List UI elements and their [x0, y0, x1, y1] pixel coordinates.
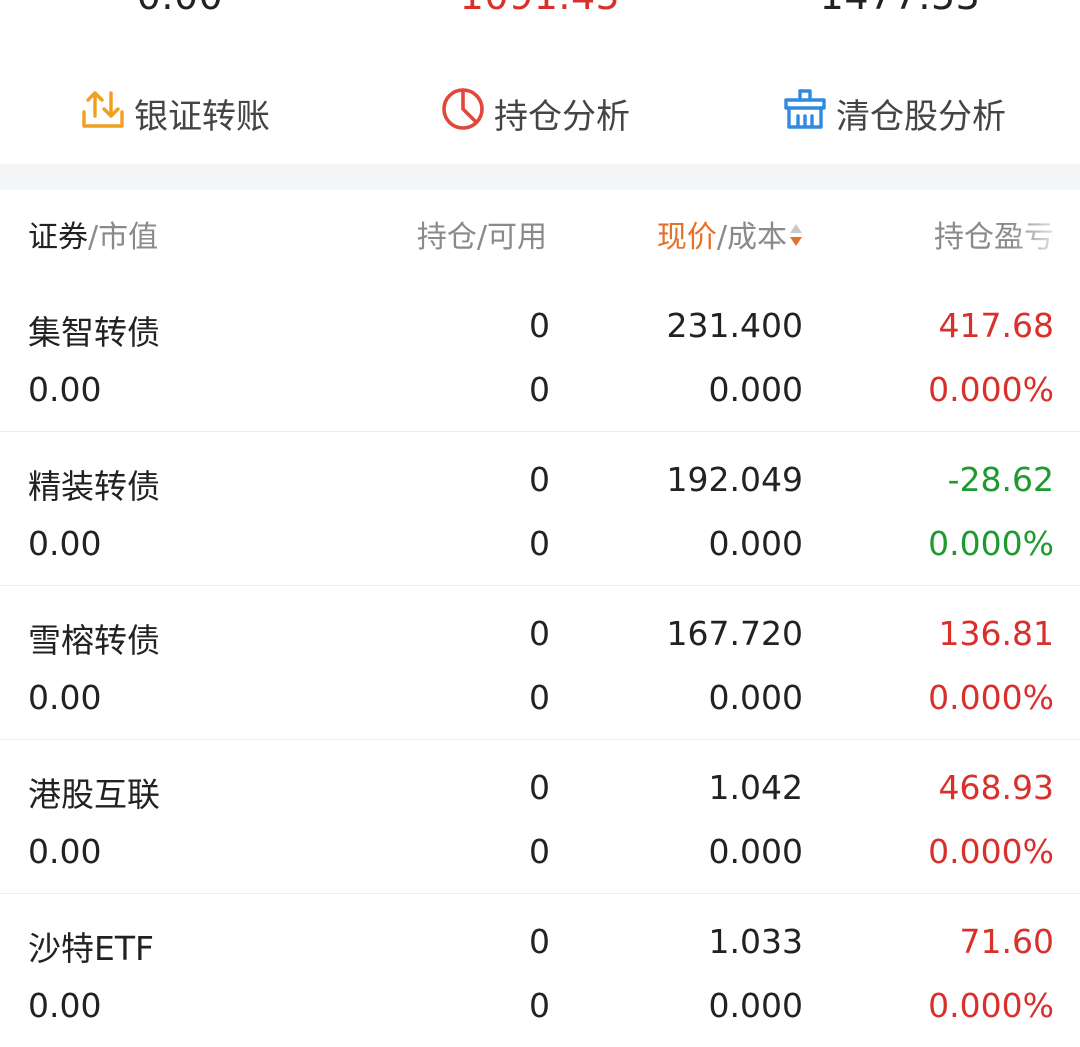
available-qty: 0 — [529, 832, 550, 871]
bank-transfer-label: 银证转账 — [134, 96, 270, 137]
position-pl: 417.68 — [938, 306, 1054, 345]
cleared-stock-analysis-button[interactable]: 清仓股分析 — [782, 62, 1006, 164]
header-security-marketvalue[interactable]: 证券/市值 — [28, 212, 158, 256]
current-price: 231.400 — [666, 306, 803, 345]
header-marketvalue-label: /市值 — [88, 220, 159, 255]
security-name: 港股互联 — [28, 775, 160, 814]
position-qty: 0 — [529, 460, 550, 499]
header-cost-label: /成本 — [716, 220, 787, 255]
cost-price: 0.000 — [708, 832, 803, 871]
security-name: 沙特ETF — [28, 929, 154, 968]
market-value: 0.00 — [28, 678, 102, 717]
table-header: 证券/市值 持仓/可用 现价/成本 持仓盈亏 — [0, 190, 1080, 278]
current-price: 1.042 — [708, 768, 803, 807]
header-price-cost[interactable]: 现价/成本 — [657, 212, 803, 256]
position-pl: 468.93 — [938, 768, 1054, 807]
summary-value-3: 1477.53 — [720, 0, 1080, 18]
table-row[interactable]: 集智转债 0.00 0 0 231.400 0.000 417.68 0.000… — [0, 278, 1080, 432]
section-divider — [0, 164, 1080, 190]
broom-icon — [782, 86, 836, 141]
quick-actions-bar: 银证转账 持仓分析 清仓股分析 — [0, 62, 1080, 164]
cost-price: 0.000 — [708, 370, 803, 409]
position-qty: 0 — [529, 614, 550, 653]
table-row[interactable]: 雪榕转债 0.00 0 0 167.720 0.000 136.81 0.000… — [0, 586, 1080, 740]
position-qty: 0 — [529, 768, 550, 807]
position-pl-ratio: 0.000% — [928, 986, 1054, 1025]
cost-price: 0.000 — [708, 986, 803, 1025]
position-analysis-button[interactable]: 持仓分析 — [440, 62, 630, 164]
position-pl: -28.62 — [947, 460, 1054, 499]
current-price: 167.720 — [666, 614, 803, 653]
security-name: 集智转债 — [28, 313, 160, 352]
table-row[interactable]: 港股互联 0.00 0 0 1.042 0.000 468.93 0.000% — [0, 740, 1080, 894]
security-name: 雪榕转债 — [28, 621, 160, 660]
market-value: 0.00 — [28, 524, 102, 563]
position-pl: 136.81 — [938, 614, 1054, 653]
header-security-label: 证券 — [28, 220, 88, 255]
market-value: 0.00 — [28, 370, 102, 409]
market-value: 0.00 — [28, 832, 102, 871]
available-qty: 0 — [529, 370, 550, 409]
header-price-label: 现价 — [656, 220, 717, 255]
summary-value-1: 0.00 — [0, 0, 360, 18]
sort-desc-icon — [789, 221, 803, 256]
header-position-available[interactable]: 持仓/可用 — [417, 212, 547, 256]
available-qty: 0 — [529, 678, 550, 717]
position-analysis-label: 持仓分析 — [494, 96, 630, 137]
current-price: 1.033 — [708, 922, 803, 961]
position-pl-ratio: 0.000% — [928, 370, 1054, 409]
pie-chart-icon — [440, 86, 494, 141]
position-qty: 0 — [529, 306, 550, 345]
position-pl: 71.60 — [959, 922, 1054, 961]
cost-price: 0.000 — [708, 678, 803, 717]
holdings-list: 集智转债 0.00 0 0 231.400 0.000 417.68 0.000… — [0, 278, 1080, 1047]
position-qty: 0 — [529, 922, 550, 961]
cost-price: 0.000 — [708, 524, 803, 563]
available-qty: 0 — [529, 986, 550, 1025]
position-pl-ratio: 0.000% — [928, 524, 1054, 563]
position-pl-ratio: 0.000% — [928, 832, 1054, 871]
position-pl-ratio: 0.000% — [928, 678, 1054, 717]
account-summary: 0.00 1091.45 1477.53 — [0, 0, 1080, 63]
available-qty: 0 — [529, 524, 550, 563]
market-value: 0.00 — [28, 986, 102, 1025]
current-price: 192.049 — [666, 460, 803, 499]
bank-transfer-button[interactable]: 银证转账 — [80, 62, 270, 164]
cleared-stock-analysis-label: 清仓股分析 — [836, 96, 1006, 137]
security-name: 精装转债 — [28, 467, 160, 506]
transfer-icon — [80, 86, 134, 141]
table-row[interactable]: 沙特ETF 0.00 0 0 1.033 0.000 71.60 0.000% — [0, 894, 1080, 1047]
table-row[interactable]: 精装转债 0.00 0 0 192.049 0.000 -28.62 0.000… — [0, 432, 1080, 586]
summary-value-2: 1091.45 — [360, 0, 720, 18]
